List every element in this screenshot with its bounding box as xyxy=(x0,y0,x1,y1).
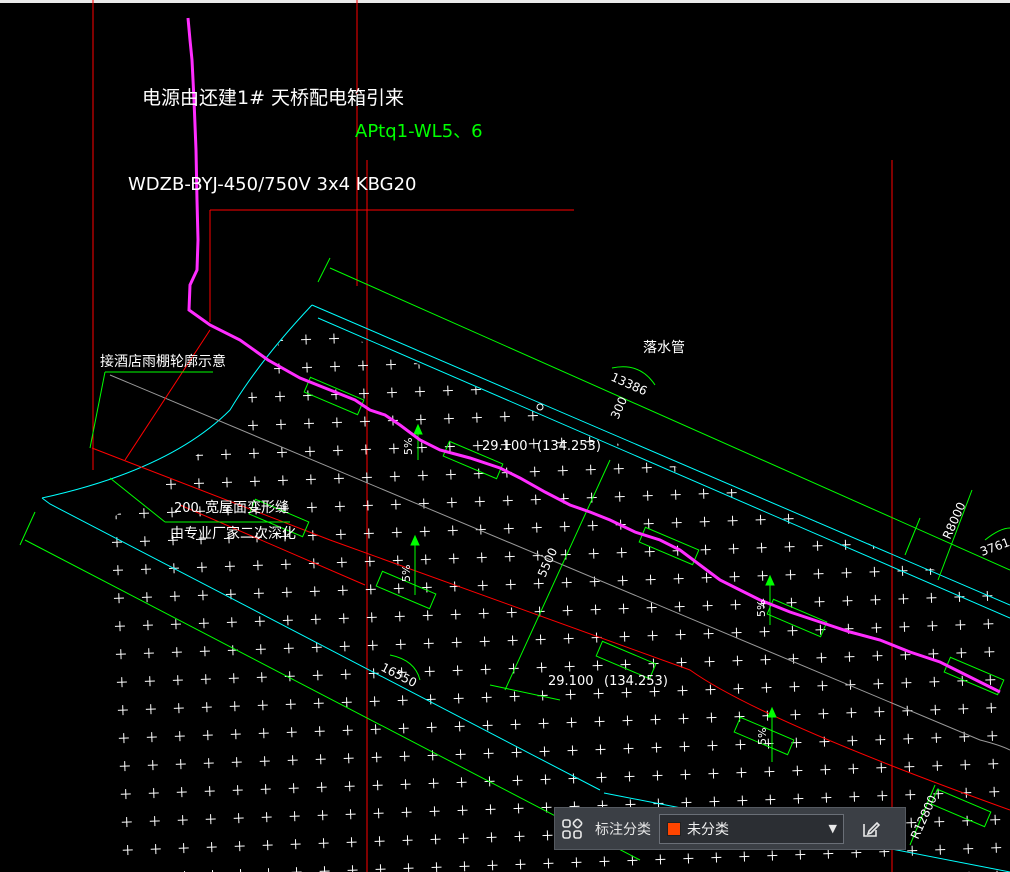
chevron-down-icon: ▼ xyxy=(828,822,837,835)
level-1-paren-text: (134.253) xyxy=(537,439,601,454)
grid-layout-icon[interactable] xyxy=(555,812,589,846)
slope-1-text: 5% xyxy=(402,438,415,455)
slope-3-text: 5% xyxy=(755,600,768,617)
canopy-note-text: 接酒店雨棚轮廓示意 xyxy=(100,353,226,370)
annotation-toolbar: 标注分类 未分类 ▼ xyxy=(554,807,906,850)
circuit-id-text: APtq1-WL5、6 xyxy=(355,121,483,142)
edit-icon[interactable] xyxy=(854,812,888,846)
category-selected-value: 未分类 xyxy=(687,821,729,838)
category-label: 标注分类 xyxy=(595,821,651,838)
level-1-text: 29.100 xyxy=(482,439,528,454)
slope-4-text: 5% xyxy=(756,728,769,745)
level-2-paren-text: (134.253) xyxy=(604,674,668,689)
joint-width-text: 200 xyxy=(174,501,199,516)
cad-drawing-canvas[interactable]: 电源由还建1# 天桥配电箱引来 APtq1-WL5、6 WDZB-BYJ-450… xyxy=(0,0,1010,872)
category-color-swatch xyxy=(667,821,681,836)
downpipe-text: 落水管 xyxy=(643,340,685,356)
category-dropdown[interactable]: 未分类 ▼ xyxy=(659,813,844,844)
downpipe-marker xyxy=(536,403,544,411)
dim-300-text: 300 xyxy=(608,395,630,422)
power-source-text: 电源由还建1# 天桥配电箱引来 xyxy=(142,87,404,109)
roof-hatch-area xyxy=(110,315,1010,872)
joint-note-text: 由专业厂家二次深化 xyxy=(170,525,296,542)
radius-r8000-text: R8000 xyxy=(940,500,969,541)
slope-2-text: 5% xyxy=(400,565,413,582)
dim-3761-text: 3761 xyxy=(978,535,1010,559)
cable-spec-text: WDZB-BYJ-450/750V 3x4 KBG20 xyxy=(128,174,417,195)
joint-name-text: 宽屋面变形缝 xyxy=(205,499,289,516)
level-2-text: 29.100 xyxy=(548,674,594,689)
